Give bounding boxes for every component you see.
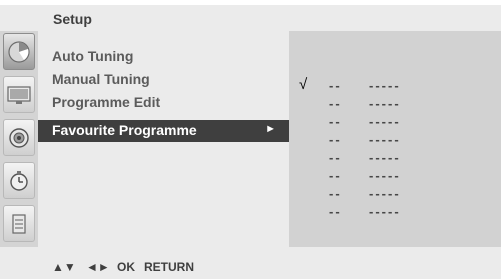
favourite-slot-row[interactable]: -- -----	[289, 186, 501, 204]
menu-item-label: Manual Tuning	[52, 71, 150, 87]
audio-category-button[interactable]	[3, 119, 35, 156]
programme-name: -----	[369, 132, 401, 147]
programme-number: --	[329, 78, 342, 93]
programme-number: --	[329, 204, 342, 219]
menu-item-label: Favourite Programme	[52, 122, 197, 138]
programme-number: --	[329, 168, 342, 183]
programme-number: --	[329, 114, 342, 129]
favourite-slot-row[interactable]: -- -----	[289, 168, 501, 186]
checkmark-icon: √	[299, 76, 308, 93]
header-bar: Setup	[0, 5, 501, 31]
programme-name: -----	[369, 150, 401, 165]
return-hint: RETURN	[144, 260, 194, 274]
page-title: Setup	[53, 11, 92, 27]
category-icon-bar	[0, 31, 38, 247]
favourite-slot-row[interactable]: -- -----	[289, 96, 501, 114]
setup-menu-list: Auto Tuning Manual Tuning Programme Edit…	[38, 31, 289, 247]
audio-icon	[7, 126, 31, 150]
programme-number: --	[329, 132, 342, 147]
programme-name: -----	[369, 78, 401, 93]
up-down-hint: ▲▼	[52, 260, 76, 274]
programme-name: -----	[369, 114, 401, 129]
programme-name: -----	[369, 96, 401, 111]
menu-item-manual-tuning[interactable]: Manual Tuning	[38, 69, 289, 91]
programme-name: -----	[369, 204, 401, 219]
submenu-arrow-icon: ►	[265, 123, 276, 135]
programme-name: -----	[369, 168, 401, 183]
favourite-slot-row[interactable]: -- -----	[289, 150, 501, 168]
picture-icon	[6, 84, 32, 106]
programme-name: -----	[369, 186, 401, 201]
menu-item-auto-tuning[interactable]: Auto Tuning	[38, 46, 289, 68]
favourite-slot-row[interactable]: √ -- -----	[289, 76, 501, 96]
footer-hint-bar: ▲▼ ◄► OK RETURN	[0, 247, 501, 279]
programme-number: --	[329, 150, 342, 165]
favourite-slot-row[interactable]: -- -----	[289, 114, 501, 132]
osd-menu-screen: Setup Auto Tuning Manual Tuning Programm…	[0, 0, 501, 279]
time-icon	[7, 169, 31, 193]
left-right-hint: ◄►	[86, 260, 110, 274]
programme-number: --	[329, 96, 342, 111]
programme-number: --	[329, 186, 342, 201]
option-icon	[7, 212, 31, 236]
menu-item-programme-edit[interactable]: Programme Edit	[38, 92, 289, 114]
setup-category-button[interactable]	[3, 33, 35, 70]
favourite-slot-row[interactable]: -- -----	[289, 132, 501, 150]
ok-hint: OK	[117, 260, 135, 274]
menu-item-label: Auto Tuning	[52, 48, 134, 64]
setup-icon	[7, 40, 31, 64]
menu-item-favourite-programme[interactable]: Favourite Programme ►	[38, 120, 289, 142]
time-category-button[interactable]	[3, 162, 35, 199]
menu-item-label: Programme Edit	[52, 94, 161, 110]
favourite-programme-panel: √ -- ----- -- ----- -- ----- -- ----- --…	[289, 31, 501, 247]
favourite-slot-row[interactable]: -- -----	[289, 204, 501, 222]
picture-category-button[interactable]	[3, 76, 35, 113]
option-category-button[interactable]	[3, 205, 35, 242]
